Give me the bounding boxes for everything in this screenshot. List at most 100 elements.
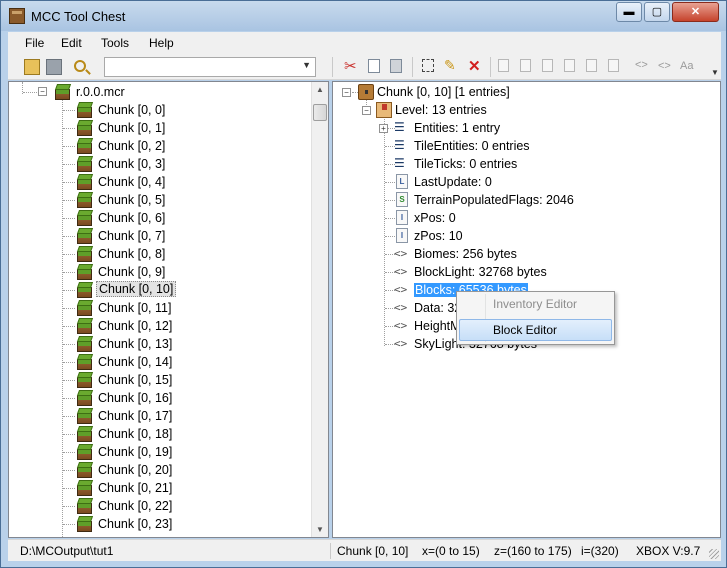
left-scrollbar[interactable]: ▲ ▼ bbox=[311, 82, 328, 537]
level-node[interactable]: Level: 13 entries bbox=[376, 101, 576, 119]
chunk-node[interactable]: Chunk [0, 4] bbox=[76, 173, 216, 191]
scroll-down-icon[interactable]: ▼ bbox=[316, 525, 324, 534]
chunk-node[interactable]: Chunk [0, 14] bbox=[76, 353, 216, 371]
add-byte-tag-icon[interactable] bbox=[498, 59, 509, 72]
nbt-tag-node[interactable]: <> Biomes: 256 bytes bbox=[394, 245, 644, 263]
expand-icon[interactable]: + bbox=[379, 124, 388, 133]
byte-array-tag-icon: <> bbox=[394, 247, 408, 260]
chunk-node[interactable]: Chunk [0, 15] bbox=[76, 371, 216, 389]
delete-icon[interactable]: ✕ bbox=[468, 57, 484, 75]
add-short-tag-icon[interactable] bbox=[520, 59, 531, 72]
chunk-node[interactable]: Chunk [0, 23] bbox=[76, 515, 216, 533]
close-button[interactable]: ✕ bbox=[672, 2, 719, 22]
add-long-tag-icon[interactable] bbox=[564, 59, 575, 72]
chunk-node[interactable]: Chunk [0, 22] bbox=[76, 497, 216, 515]
chunk-node[interactable]: Chunk [0, 7] bbox=[76, 227, 216, 245]
chunk-node[interactable]: Chunk [0, 9] bbox=[76, 263, 216, 281]
status-z-range: z=(160 to 175) bbox=[494, 544, 572, 558]
add-double-tag-icon[interactable] bbox=[608, 59, 619, 72]
save-icon[interactable] bbox=[46, 59, 62, 75]
add-byte-array-icon[interactable]: <> bbox=[635, 59, 651, 75]
nbt-tag-node[interactable]: ☰ TileTicks: 0 entries bbox=[394, 155, 644, 173]
nbt-tag-node[interactable]: ☰ Entities: 1 entry bbox=[394, 119, 644, 137]
copy-icon[interactable] bbox=[368, 59, 380, 73]
add-text-icon[interactable]: Aa bbox=[680, 60, 700, 76]
chunk-node[interactable]: Chunk [0, 2] bbox=[76, 137, 216, 155]
scroll-thumb[interactable] bbox=[313, 104, 327, 121]
tree-line bbox=[63, 146, 75, 147]
rename-icon[interactable] bbox=[422, 59, 434, 72]
nbt-tag-node[interactable]: S TerrainPopulatedFlags: 2046 bbox=[394, 191, 644, 209]
chunk-label: Chunk [0, 20] bbox=[98, 463, 173, 477]
status-divider bbox=[330, 543, 331, 559]
cut-icon[interactable]: ✂ bbox=[344, 57, 360, 75]
grass-block-icon bbox=[76, 389, 94, 407]
tree-line bbox=[62, 100, 63, 537]
chunk-node[interactable]: Chunk [0, 5] bbox=[76, 191, 216, 209]
nbt-tag-node[interactable]: IzPos: 10 bbox=[394, 227, 644, 245]
open-folder-icon[interactable] bbox=[24, 59, 40, 75]
search-icon[interactable] bbox=[74, 60, 86, 72]
grass-block-icon bbox=[76, 353, 94, 371]
add-float-tag-icon[interactable] bbox=[586, 59, 597, 72]
chevron-down-icon[interactable]: ▼ bbox=[302, 60, 311, 70]
chunk-node[interactable]: Chunk [0, 19] bbox=[76, 443, 216, 461]
chunk-node[interactable]: Chunk [0, 10] bbox=[76, 281, 216, 299]
region-node[interactable]: r.0.0.mcr bbox=[54, 83, 174, 101]
menu-edit[interactable]: Edit bbox=[61, 36, 82, 50]
nbt-tag-label: LastUpdate: 0 bbox=[414, 175, 492, 189]
chunk-label: Chunk [0, 11] bbox=[98, 301, 172, 315]
minimize-button[interactable]: ▬ bbox=[616, 2, 642, 22]
chunk-node[interactable]: Chunk [0, 8] bbox=[76, 245, 216, 263]
chunk-node[interactable]: Chunk [0, 16] bbox=[76, 389, 216, 407]
chunk-node[interactable]: Chunk [0, 3] bbox=[76, 155, 216, 173]
title-bar[interactable]: MCC Tool Chest ▬ ▢ ✕ bbox=[1, 1, 726, 31]
inventory-editor-label: Inventory Editor bbox=[493, 297, 578, 311]
chunk-root-node[interactable]: Chunk [0, 10] [1 entries] bbox=[358, 83, 558, 101]
status-bar: D:\MCOutput\tut1 Chunk [0, 10] x=(0 to 1… bbox=[8, 539, 721, 561]
chunk-node[interactable]: Chunk [0, 21] bbox=[76, 479, 216, 497]
pencil-edit-icon[interactable]: ✎ bbox=[444, 57, 460, 73]
block-editor-menu-item[interactable]: Block Editor bbox=[459, 319, 612, 341]
chunk-node[interactable]: Chunk [0, 1] bbox=[76, 119, 216, 137]
chunk-node[interactable]: Chunk [0, 13] bbox=[76, 335, 216, 353]
paste-icon[interactable] bbox=[390, 59, 402, 73]
toolbar-divider bbox=[490, 57, 491, 77]
nbt-tag-node[interactable]: <> BlockLight: 32768 bytes bbox=[394, 263, 644, 281]
long-tag-icon: L bbox=[396, 174, 408, 189]
collapse-icon[interactable]: − bbox=[342, 88, 351, 97]
chunk-label: Chunk [0, 21] bbox=[98, 481, 173, 495]
scroll-up-icon[interactable]: ▲ bbox=[316, 85, 324, 94]
grass-block-icon bbox=[76, 191, 94, 209]
grass-block-icon bbox=[76, 317, 94, 335]
menu-help[interactable]: Help bbox=[149, 36, 174, 50]
menu-tools[interactable]: Tools bbox=[101, 36, 129, 50]
maximize-button[interactable]: ▢ bbox=[644, 2, 670, 22]
collapse-icon[interactable]: − bbox=[38, 87, 47, 96]
grass-block-icon bbox=[76, 155, 94, 173]
chunk-node[interactable]: Chunk [0, 12] bbox=[76, 317, 216, 335]
add-string-icon[interactable]: <> bbox=[658, 60, 674, 76]
chunk-node[interactable]: Chunk [0, 6] bbox=[76, 209, 216, 227]
nbt-tag-label: Biomes: 256 bytes bbox=[414, 247, 517, 261]
chunk-node[interactable]: Chunk [0, 0] bbox=[76, 101, 216, 119]
chunk-label: Chunk [0, 17] bbox=[98, 409, 173, 423]
menu-file[interactable]: File bbox=[25, 36, 44, 50]
list-tag-icon: ☰ bbox=[394, 120, 405, 134]
region-tree-pane[interactable]: − r.0.0.mcr Chunk [0, 0] Chunk [0, 1] Chun… bbox=[8, 81, 329, 538]
list-tag-icon: ☰ bbox=[394, 138, 405, 152]
collapse-icon[interactable]: − bbox=[362, 106, 371, 115]
chunk-node[interactable]: Chunk [0, 11] bbox=[76, 299, 216, 317]
chunk-node[interactable]: Chunk [0, 20] bbox=[76, 461, 216, 479]
search-combo[interactable]: ▼ bbox=[104, 57, 316, 77]
nbt-tag-node[interactable]: ☰ TileEntities: 0 entries bbox=[394, 137, 644, 155]
chunk-node[interactable]: Chunk [0, 18] bbox=[76, 425, 216, 443]
nbt-tag-node[interactable]: L LastUpdate: 0 bbox=[394, 173, 644, 191]
toolbar-overflow-icon[interactable]: ▼ bbox=[711, 68, 719, 78]
inventory-editor-menu-item[interactable]: Inventory Editor bbox=[459, 293, 612, 315]
context-menu: Inventory Editor Block Editor bbox=[456, 291, 615, 345]
chunk-node[interactable]: Chunk [0, 17] bbox=[76, 407, 216, 425]
nbt-tag-node[interactable]: IxPos: 0 bbox=[394, 209, 644, 227]
resize-grip[interactable] bbox=[709, 549, 719, 559]
add-int-tag-icon[interactable] bbox=[542, 59, 553, 72]
